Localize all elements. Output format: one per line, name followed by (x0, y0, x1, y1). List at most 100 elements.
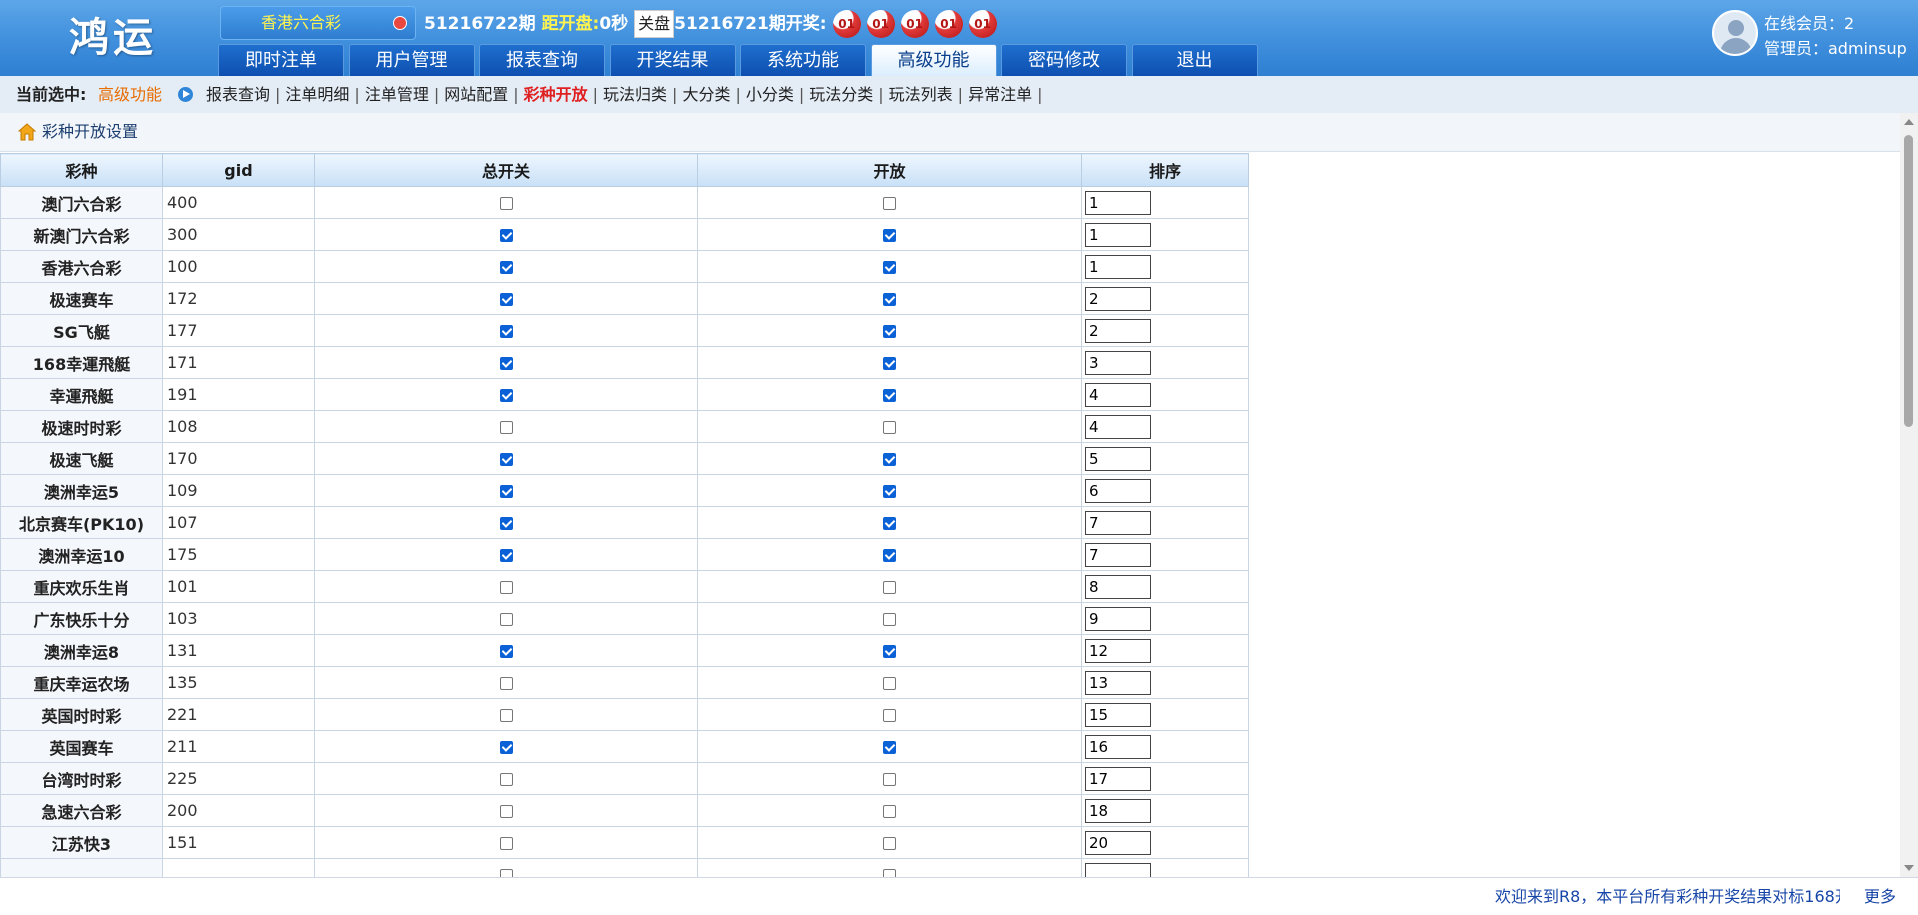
sub-nav-link[interactable]: 报表查询 (206, 85, 270, 104)
master-switch-checkbox[interactable] (499, 709, 513, 722)
master-switch-checkbox[interactable] (499, 837, 513, 850)
sort-input[interactable] (1085, 830, 1151, 855)
sort-input[interactable] (1085, 382, 1151, 407)
open-checkbox[interactable] (883, 485, 896, 498)
scroll-up-icon[interactable] (1904, 119, 1914, 125)
sort-input[interactable] (1085, 350, 1151, 375)
sub-nav-link[interactable]: 玩法分类 (809, 85, 873, 104)
sort-input[interactable] (1085, 702, 1151, 727)
tab-2[interactable]: 报表查询 (479, 44, 605, 76)
master-switch-checkbox[interactable] (499, 773, 513, 786)
open-checkbox[interactable] (883, 421, 896, 434)
open-checkbox[interactable] (883, 549, 896, 562)
sort-input[interactable] (1085, 862, 1151, 877)
master-switch-checkbox[interactable] (499, 517, 513, 530)
lottery-name: SG飞艇 (0, 314, 163, 347)
tab-6[interactable]: 密码修改 (1001, 44, 1127, 76)
open-checkbox[interactable] (883, 805, 896, 818)
master-switch-checkbox[interactable] (499, 389, 513, 402)
sort-input[interactable] (1085, 254, 1151, 279)
sort-input[interactable] (1085, 766, 1151, 791)
master-switch-checkbox[interactable] (499, 549, 513, 562)
more-link[interactable]: 更多 (1864, 878, 1896, 915)
open-checkbox[interactable] (883, 581, 896, 594)
sort-input[interactable] (1085, 286, 1151, 311)
open-checkbox[interactable] (883, 709, 896, 722)
sort-input[interactable] (1085, 606, 1151, 631)
sub-nav-link[interactable]: 网站配置 (444, 85, 508, 104)
sort-input[interactable] (1085, 574, 1151, 599)
master-switch-checkbox[interactable] (499, 741, 513, 754)
sort-input[interactable] (1085, 510, 1151, 535)
open-checkbox[interactable] (883, 389, 896, 402)
sort-input[interactable] (1085, 542, 1151, 567)
sub-nav-link[interactable]: 小分类 (746, 85, 794, 104)
sort-input[interactable] (1085, 190, 1151, 215)
sort-input[interactable] (1085, 734, 1151, 759)
sort-input[interactable] (1085, 222, 1151, 247)
master-switch-checkbox[interactable] (499, 869, 513, 877)
lottery-table: 彩种 gid 总开关 开放 排序 澳门六合彩400新澳门六合彩300香港六合彩1… (0, 153, 1249, 877)
open-checkbox[interactable] (883, 517, 896, 530)
master-switch-checkbox[interactable] (499, 261, 513, 274)
master-switch-checkbox[interactable] (499, 453, 513, 466)
sort-input[interactable] (1085, 318, 1151, 343)
sub-nav-link[interactable]: 大分类 (682, 85, 730, 104)
countdown-label: 距开盘: (541, 14, 600, 34)
open-checkbox[interactable] (883, 197, 896, 210)
master-switch-checkbox[interactable] (499, 645, 513, 658)
master-switch-checkbox[interactable] (499, 677, 513, 690)
sort-input[interactable] (1085, 446, 1151, 471)
last-period: 51216721期开奖: (674, 14, 827, 34)
master-switch-checkbox[interactable] (499, 325, 513, 338)
open-checkbox[interactable] (883, 613, 896, 626)
vertical-scrollbar[interactable] (1900, 113, 1918, 877)
switch-icon[interactable] (393, 16, 407, 30)
open-checkbox[interactable] (883, 229, 896, 242)
open-checkbox[interactable] (883, 325, 896, 338)
sub-nav-link[interactable]: 注单明细 (285, 85, 349, 104)
sort-input[interactable] (1085, 670, 1151, 695)
open-checkbox[interactable] (883, 357, 896, 370)
master-switch-checkbox[interactable] (499, 357, 513, 370)
open-checkbox[interactable] (883, 261, 896, 274)
open-checkbox[interactable] (883, 453, 896, 466)
master-switch-checkbox[interactable] (499, 421, 513, 434)
master-switch-checkbox[interactable] (499, 581, 513, 594)
table-row: 香港六合彩 100 (0, 250, 1249, 283)
sub-nav-link[interactable]: 异常注单 (968, 85, 1032, 104)
sub-nav-link[interactable]: 注单管理 (365, 85, 429, 104)
sub-nav-link[interactable]: 彩种开放 (524, 85, 588, 104)
master-switch-checkbox[interactable] (499, 229, 513, 242)
tab-4[interactable]: 系统功能 (740, 44, 866, 76)
scroll-down-icon[interactable] (1904, 865, 1914, 871)
open-checkbox[interactable] (883, 837, 896, 850)
sort-input[interactable] (1085, 638, 1151, 663)
sort-input[interactable] (1085, 478, 1151, 503)
open-checkbox[interactable] (883, 645, 896, 658)
master-switch-checkbox[interactable] (499, 197, 513, 210)
game-selector[interactable]: 香港六合彩 (220, 6, 416, 40)
master-switch-checkbox[interactable] (499, 485, 513, 498)
sub-nav-link[interactable]: 玩法列表 (889, 85, 953, 104)
sort-input[interactable] (1085, 414, 1151, 439)
scroll-thumb[interactable] (1904, 135, 1913, 427)
tab-3[interactable]: 开奖结果 (609, 44, 736, 76)
sort-input[interactable] (1085, 798, 1151, 823)
open-checkbox[interactable] (883, 741, 896, 754)
tab-0[interactable]: 即时注单 (218, 44, 344, 76)
tab-1[interactable]: 用户管理 (348, 44, 475, 76)
lottery-name: 英国赛车 (0, 730, 163, 763)
master-switch-checkbox[interactable] (499, 293, 513, 306)
lottery-table-container[interactable]: 彩种 gid 总开关 开放 排序 澳门六合彩400新澳门六合彩300香港六合彩1… (0, 153, 1250, 877)
sub-nav-link[interactable]: 玩法归类 (603, 85, 667, 104)
open-checkbox[interactable] (883, 293, 896, 306)
separator: | (433, 85, 440, 104)
master-switch-checkbox[interactable] (499, 805, 513, 818)
open-checkbox[interactable] (883, 773, 896, 786)
open-checkbox[interactable] (883, 869, 896, 877)
open-checkbox[interactable] (883, 677, 896, 690)
tab-7[interactable]: 退出 (1131, 44, 1258, 76)
tab-5[interactable]: 高级功能 (870, 44, 997, 76)
master-switch-checkbox[interactable] (499, 613, 513, 626)
